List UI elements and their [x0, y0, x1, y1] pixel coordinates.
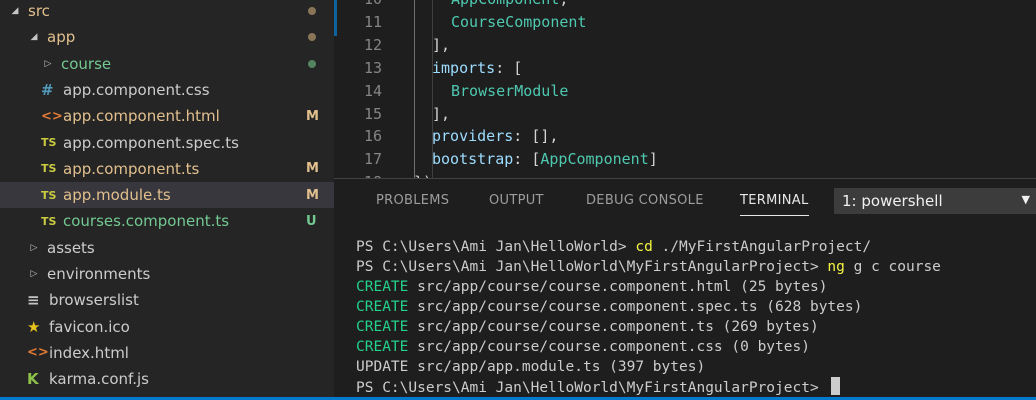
modified-badge: M [306, 108, 319, 124]
line-number: 17 [363, 150, 382, 169]
tree-item-label: app.component.spec.ts [63, 133, 239, 152]
html-brackets-icon: <> [41, 108, 63, 124]
text-lines-icon: ≡ [27, 291, 40, 310]
chevron-collapsed-icon[interactable]: ▷ [27, 269, 41, 279]
terminal-output[interactable]: PS C:\Users\Ami Jan\HelloWorld> cd ./MyF… [356, 237, 1036, 397]
caret-down-icon: ▼ [1021, 193, 1030, 206]
code-line[interactable]: 14 BrowserModule [334, 80, 1036, 103]
tree-item-label: course [61, 54, 112, 73]
terminal-line: PS C:\Users\Ami Jan\HelloWorld\MyFirstAn… [356, 377, 1036, 397]
typescript-icon: TS [41, 214, 57, 228]
code-line[interactable]: 18}) [334, 171, 1036, 178]
tree-item-label: app.component.html [63, 107, 220, 126]
tree-folder[interactable]: ▷ assets [0, 235, 334, 261]
explorer-sidebar: ◢ src ◢ app ▷ course # app.component.css <> app.c… [0, 0, 334, 400]
html-brackets-icon: <> [27, 345, 49, 361]
line-number: 15 [363, 104, 382, 123]
line-number: 11 [363, 12, 382, 31]
tree-item-label: assets [47, 238, 95, 257]
tree-file[interactable]: ≡ browserslist [0, 287, 334, 313]
tree-item-label: app.component.css [63, 80, 210, 99]
tab-debug-console[interactable]: DEBUG CONSOLE [586, 193, 704, 208]
untracked-badge: U [306, 213, 317, 229]
karma-icon: K [27, 370, 39, 389]
line-number: 12 [363, 35, 382, 54]
typescript-icon: TS [41, 162, 57, 176]
css-hash-icon: # [41, 80, 54, 99]
code-text: ], [432, 104, 451, 123]
line-number: 14 [363, 81, 382, 100]
tree-item-label: browserslist [49, 291, 139, 310]
chevron-collapsed-icon[interactable]: ▷ [41, 59, 55, 69]
chevron-collapsed-icon[interactable]: ▷ [27, 243, 41, 253]
terminal-line: CREATE src/app/course/course.component.s… [356, 299, 863, 315]
tab-terminal[interactable]: TERMINAL [740, 193, 809, 216]
tree-file[interactable]: TS app.component.spec.ts [0, 130, 334, 156]
typescript-icon: TS [41, 136, 57, 149]
code-text: bootstrap: [AppComponent] [432, 150, 658, 169]
tab-problems[interactable]: PROBLEMS [376, 193, 449, 208]
change-dot-indicator [308, 33, 316, 42]
terminal-line: PS C:\Users\Ami Jan\HelloWorld\MyFirstAn… [356, 259, 941, 275]
tree-file[interactable]: TS app.component.ts M [0, 156, 334, 182]
tree-item-label: environments [47, 265, 151, 283]
tree-file[interactable]: <> app.component.html M [0, 103, 334, 129]
change-dot-indicator [308, 59, 316, 68]
code-text: AppComponent, [451, 0, 568, 8]
tree-folder[interactable]: ◢ src [0, 0, 334, 24]
tree-item-label: karma.conf.js [49, 370, 149, 389]
chevron-expanded-icon[interactable]: ◢ [27, 32, 41, 42]
tree-item-label: index.html [49, 343, 129, 362]
tree-file[interactable]: <> index.html [0, 340, 334, 366]
tree-item-label: app.module.ts [63, 186, 171, 205]
tree-item-label: courses.component.ts [63, 212, 230, 231]
code-text: BrowserModule [451, 81, 569, 100]
tree-item-label: src [28, 2, 50, 20]
code-line[interactable]: 11 CourseComponent [334, 11, 1036, 34]
line-number: 13 [363, 58, 382, 77]
tree-file[interactable]: # app.component.css [0, 77, 334, 103]
line-number: 10 [334, 0, 382, 8]
terminal-line: PS C:\Users\Ami Jan\HelloWorld> cd ./MyF… [356, 239, 872, 255]
change-dot-indicator [308, 7, 316, 15]
modified-badge: M [306, 161, 319, 177]
code-editor[interactable]: 10AppComponent,11CourseComponent12],13im… [334, 0, 1036, 178]
tree-file[interactable]: ★ favicon.ico [0, 314, 334, 340]
star-icon: ★ [27, 317, 41, 336]
tree-file[interactable]: Kkarma.conf.js [0, 366, 334, 392]
tree-folder[interactable]: ▷ course [0, 51, 334, 77]
code-text: ], [432, 35, 451, 54]
code-text: imports: [ [432, 58, 523, 77]
terminal-line: UPDATE src/app/app.module.ts (397 bytes) [356, 359, 706, 375]
code-text: providers: [], [432, 127, 559, 146]
code-text: CourseComponent [451, 12, 587, 31]
tree-file[interactable]: TS app.module.ts M [0, 182, 334, 209]
tree-item-label: app [47, 28, 76, 47]
tree-item-label: app.component.ts [63, 159, 200, 178]
tree-folder[interactable]: ◢ app [0, 24, 334, 50]
terminal-line: CREATE src/app/course/course.component.c… [356, 339, 810, 355]
terminal-selector-dropdown[interactable]: 1: powershell ▼ [834, 188, 1036, 214]
code-line[interactable]: 12], [334, 34, 1036, 57]
typescript-icon: TS [41, 188, 57, 202]
terminal-line: CREATE src/app/course/course.component.t… [356, 319, 819, 335]
code-line[interactable]: 17 bootstrap: [AppComponent] [334, 148, 1036, 171]
tree-file[interactable]: TS courses.component.ts U [0, 208, 334, 234]
tree-item-label: favicon.ico [49, 317, 130, 336]
tree-folder[interactable]: ▷ environments [0, 261, 334, 287]
terminal-line: CREATE src/app/course/course.component.h… [356, 279, 828, 295]
chevron-expanded-icon[interactable]: ◢ [8, 6, 22, 16]
tab-output[interactable]: OUTPUT [489, 193, 544, 208]
code-line[interactable]: 15], [334, 103, 1036, 126]
bottom-panel: PROBLEMS OUTPUT DEBUG CONSOLE TERMINAL 1… [334, 178, 1036, 400]
modified-badge: M [306, 187, 319, 203]
line-number: 16 [363, 127, 382, 146]
code-line[interactable]: 13 imports: [ [334, 57, 1036, 80]
terminal-selector-value: 1: powershell [842, 192, 943, 210]
terminal-cursor [831, 377, 841, 395]
code-line[interactable]: 10 AppComponent, [334, 0, 1036, 11]
code-line[interactable]: 16 providers: [], [334, 125, 1036, 148]
